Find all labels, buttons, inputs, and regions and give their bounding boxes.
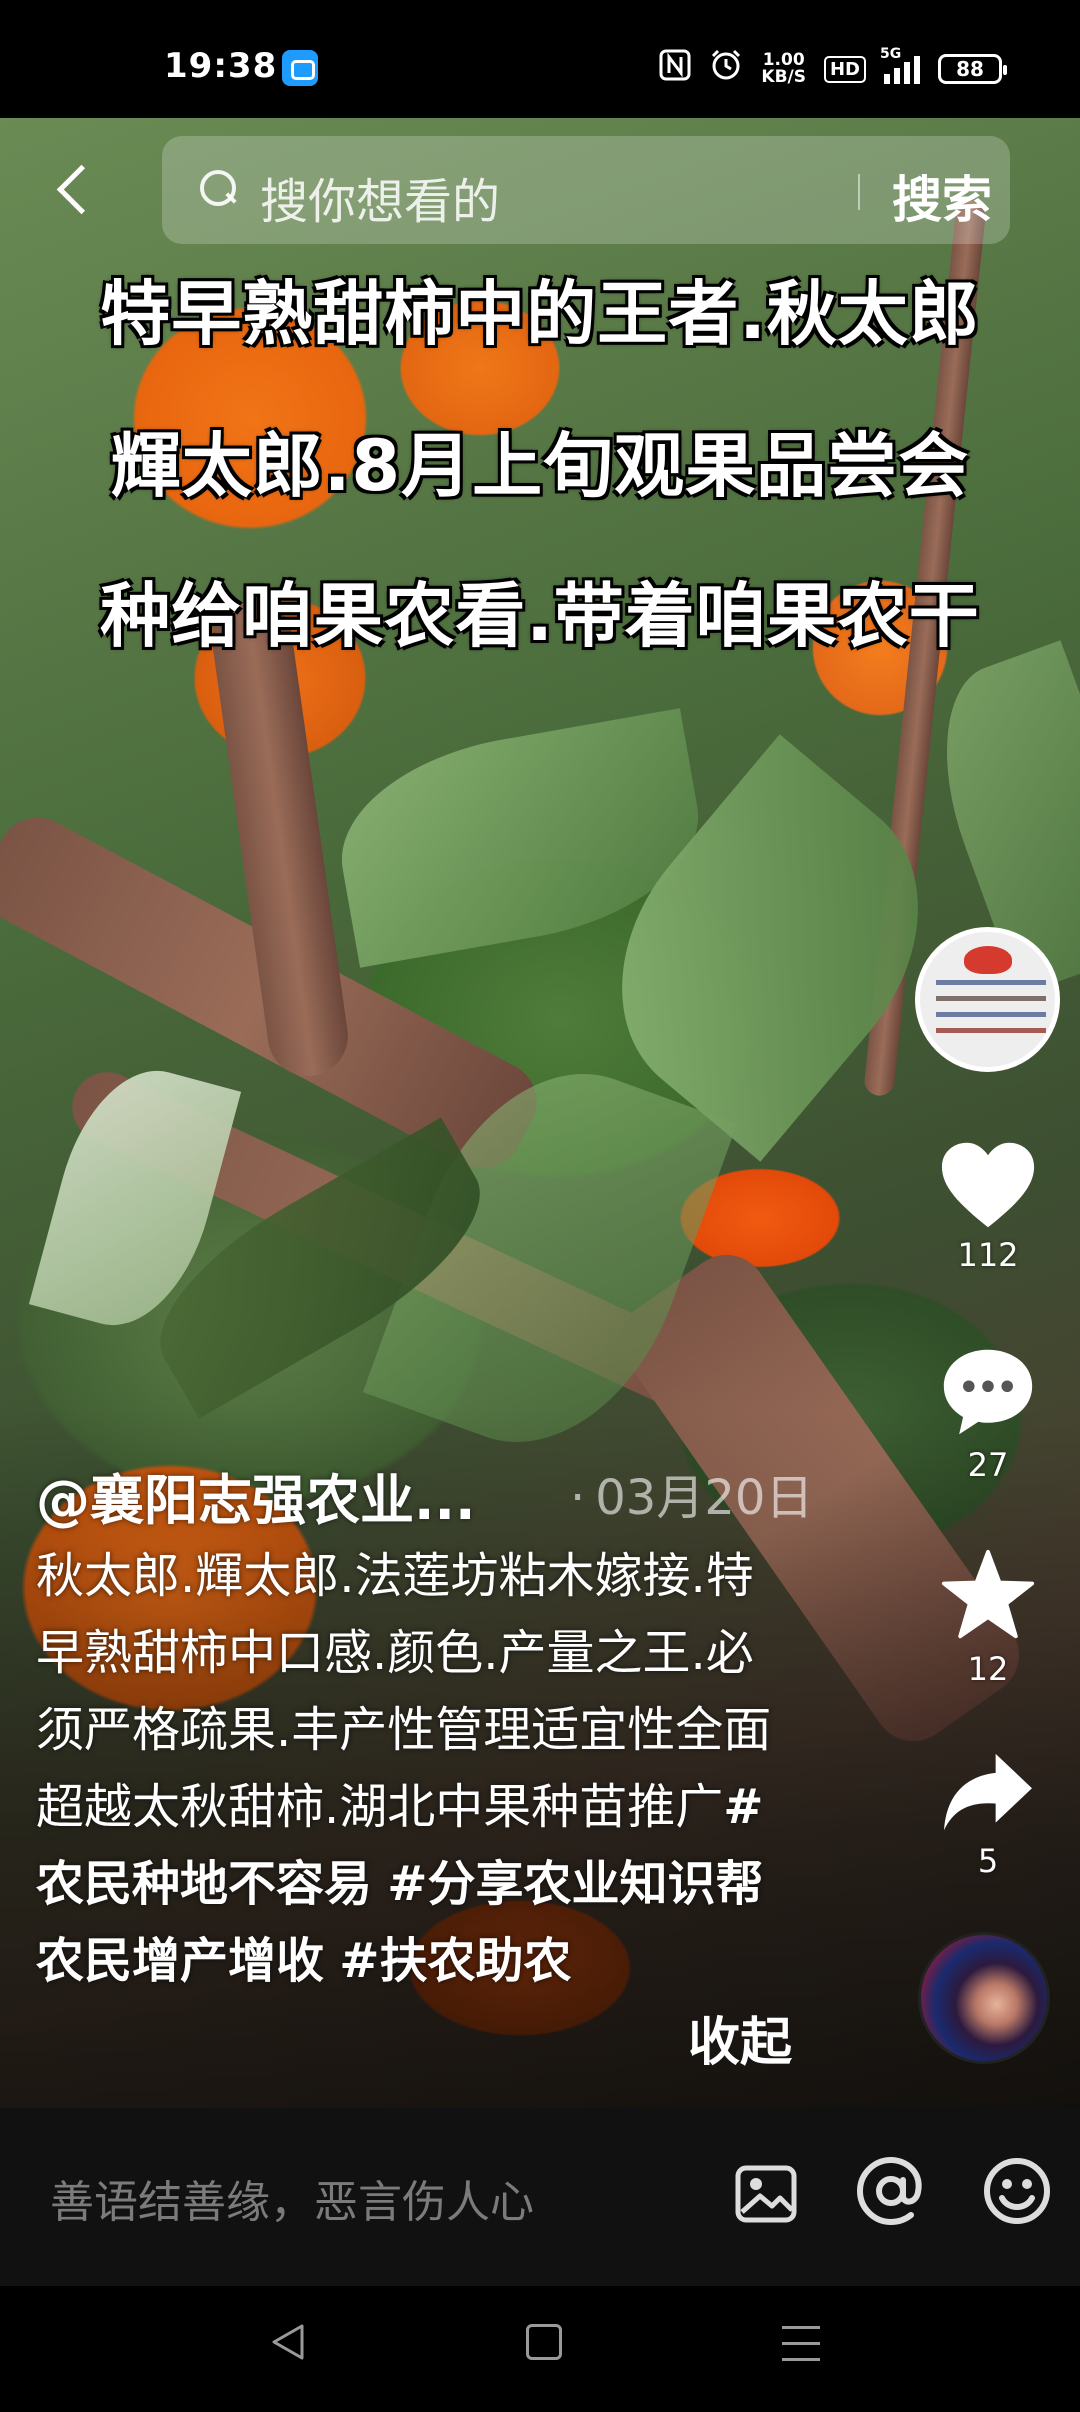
hd-badge: HD [823, 55, 866, 83]
like-count: 112 [957, 1236, 1019, 1274]
app-notification-icon [282, 50, 318, 86]
hashtag[interactable]: #扶农助农 [339, 1933, 571, 1989]
nav-menu-icon[interactable] [782, 2326, 820, 2362]
nav-back-icon[interactable] [268, 2322, 308, 2362]
post-description: 秋太郎.輝太郎.法莲坊粘木嫁接.特早熟甜柿中口感.颜色.产量之王.必须严格疏果.… [36, 1538, 796, 2000]
company-logo [964, 946, 1012, 974]
search-button[interactable]: 搜索 [892, 160, 992, 232]
search-input[interactable]: 搜你想看的 [260, 162, 500, 232]
share-count: 5 [977, 1842, 999, 1880]
video-title-line-2: 輝太郎.8月上旬观果品尝会 [110, 425, 970, 507]
signal-icon: 5G [880, 46, 920, 84]
favorite-count: 12 [967, 1650, 1009, 1688]
nfc-icon [659, 49, 691, 89]
network-speed-unit: KB/S [761, 67, 806, 87]
share-icon [940, 1750, 1036, 1836]
network-speed: 1.00 KB/S [761, 52, 806, 86]
like-button[interactable]: 112 [930, 1140, 1046, 1274]
favorite-button[interactable]: 12 [930, 1548, 1046, 1688]
post-date: 03月20日 [570, 1458, 813, 1528]
system-nav-bar [0, 2286, 1080, 2412]
status-time: 19:38 [164, 46, 278, 86]
nav-home-icon[interactable] [526, 2324, 562, 2360]
mention-icon[interactable] [856, 2156, 926, 2226]
collapse-button[interactable]: 收起 [688, 2000, 792, 2075]
author-avatar[interactable] [915, 927, 1060, 1072]
description-text: 秋太郎.輝太郎.法莲坊粘木嫁接.特早熟甜柿中口感.颜色.产量之王.必须严格疏果.… [36, 1548, 772, 1835]
search-bar[interactable]: 搜你想看的 搜索 [162, 136, 1010, 244]
star-icon [940, 1548, 1036, 1644]
heart-icon [940, 1140, 1036, 1230]
comment-icon [940, 1344, 1036, 1440]
comment-input[interactable]: 善语结善缘，恶言伤人心 [50, 2166, 534, 2230]
comment-count: 27 [967, 1446, 1009, 1484]
image-icon[interactable] [734, 2162, 798, 2226]
search-icon [200, 170, 238, 208]
status-icons: 1.00 KB/S HD 5G 88 [659, 46, 1007, 90]
back-button[interactable] [40, 150, 110, 230]
search-divider [858, 174, 860, 210]
status-bar: 19:38 1.00 KB/S HD 5G 88 [0, 0, 1080, 118]
alarm-icon [709, 48, 743, 90]
network-type: 5G [880, 46, 902, 62]
video-title-line-3: 种给咱果农看.带着咱果农干 [100, 575, 980, 657]
emoji-icon[interactable] [982, 2156, 1052, 2226]
comment-button[interactable]: 27 [930, 1344, 1046, 1484]
share-button[interactable]: 5 [930, 1750, 1046, 1880]
comment-bar: 善语结善缘，恶言伤人心 [0, 2108, 1080, 2286]
author-name[interactable]: @襄阳志强农业... [36, 1456, 476, 1535]
battery-icon: 88 [938, 54, 1007, 84]
video-title-line-1: 特早熟甜柿中的王者.秋太郎 [100, 273, 980, 355]
battery-level: 88 [956, 57, 984, 81]
music-disc-avatar[interactable] [918, 1932, 1050, 2064]
